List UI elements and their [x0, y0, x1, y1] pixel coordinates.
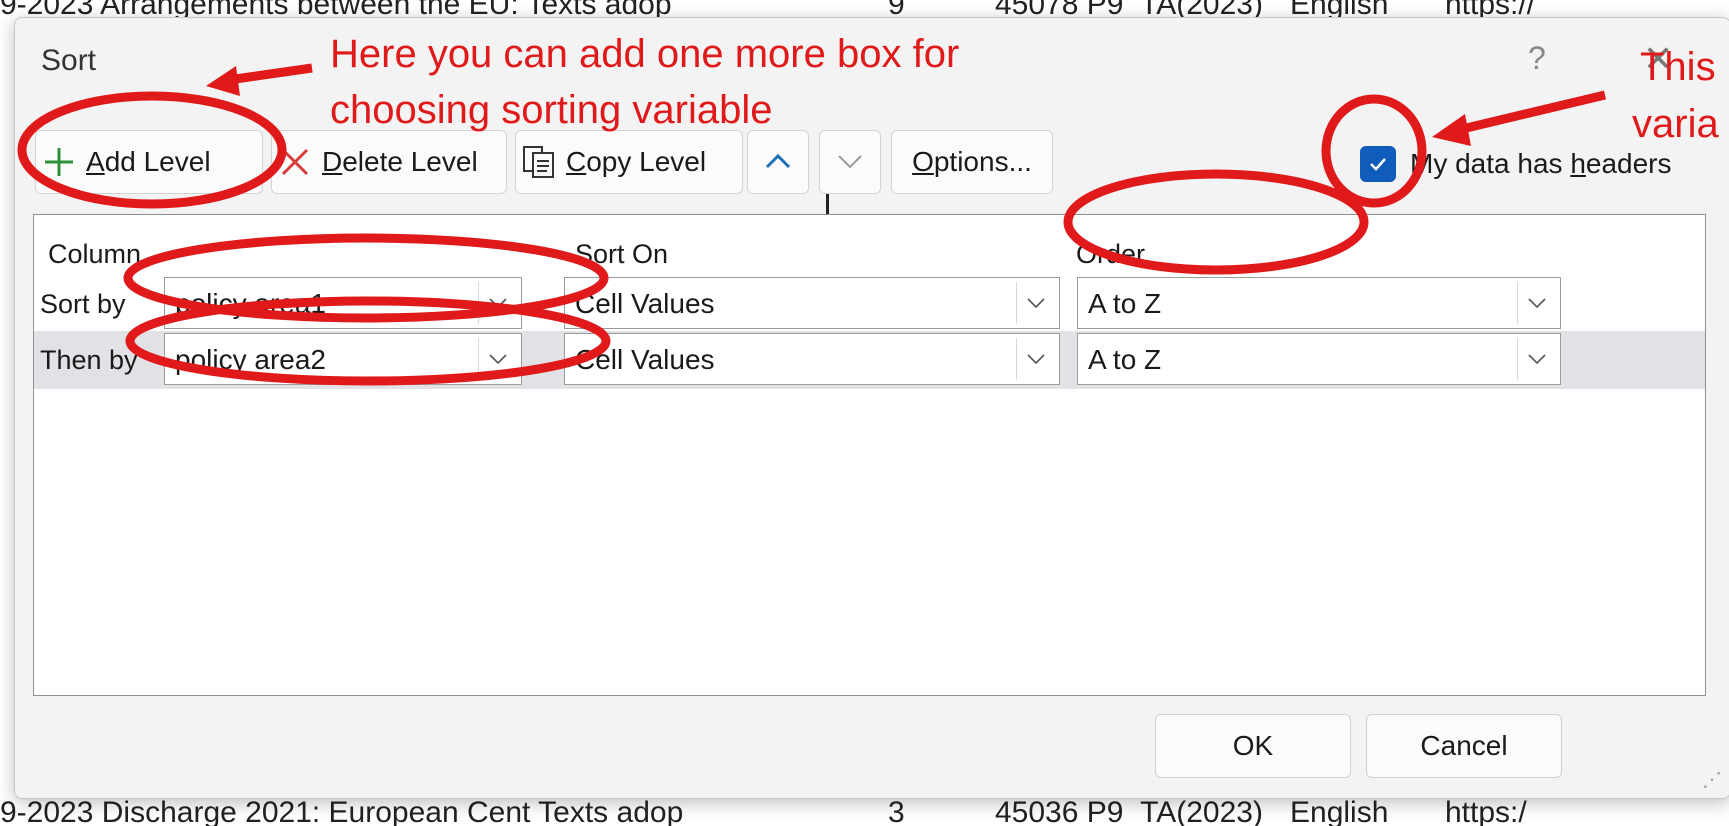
chevron-down-icon[interactable] [478, 282, 517, 324]
move-up-button[interactable] [747, 130, 809, 194]
bg-cell: English [1290, 796, 1389, 826]
row-label: Sort by [40, 289, 126, 319]
options-button[interactable]: Options... [891, 130, 1053, 194]
bg-cell: https:/ [1445, 796, 1527, 826]
order-select-value: A to Z [1088, 288, 1162, 319]
chevron-down-icon[interactable] [478, 338, 517, 380]
sort-on-select[interactable]: Cell Values [564, 333, 1060, 385]
copy-level-label: Copy Level [566, 146, 707, 177]
ok-button[interactable]: OK [1155, 714, 1351, 778]
annotation-text: choosing sorting variable [330, 88, 773, 132]
bg-cell: 9-2023 Discharge 2021: European Cent Tex… [0, 796, 684, 826]
plus-icon [36, 145, 82, 179]
column-select[interactable]: policy area2 [164, 333, 522, 385]
column-select[interactable]: policy area1 [164, 277, 522, 329]
order-select[interactable]: A to Z [1077, 333, 1561, 385]
bg-cell: 9-2023 Arrangements between the EU: Text… [0, 0, 672, 18]
headers-checkbox[interactable] [1360, 146, 1396, 182]
bg-cell: https:// [1445, 0, 1536, 18]
background-bottom-row: 9-2023 Discharge 2021: European Cent Tex… [0, 796, 1729, 826]
sort-on-header: Sort On [575, 239, 669, 269]
copy-level-button[interactable]: Copy Level [515, 130, 743, 194]
bg-cell: English [1290, 0, 1389, 18]
annotation-text: This [1640, 45, 1716, 89]
options-label: Options... [912, 146, 1032, 177]
column-select-value: policy area2 [175, 344, 326, 375]
annotation-text: varia [1632, 102, 1719, 146]
sort-on-select-value: Cell Values [575, 344, 715, 375]
column-header: Column [48, 239, 142, 269]
chevron-down-icon [835, 146, 865, 178]
chevron-down-icon[interactable] [1517, 338, 1556, 380]
move-down-button[interactable] [819, 130, 881, 194]
row-label: Then by [40, 345, 138, 375]
annotation-text: Here you can add one more box for [330, 32, 960, 76]
checkmark-icon [1370, 158, 1386, 171]
chevron-up-icon [763, 146, 793, 178]
resize-grip-icon[interactable]: ⋰ [1702, 767, 1722, 792]
column-select-value: policy area1 [175, 288, 326, 319]
order-select-value: A to Z [1088, 344, 1162, 375]
sort-levels-grid: Column Sort On Order Sort by policy area… [33, 214, 1706, 696]
chevron-down-icon[interactable] [1016, 338, 1055, 380]
bg-cell: 45036 P9_TA(2023) [995, 796, 1263, 826]
delete-x-icon [272, 145, 318, 179]
help-button[interactable]: ? [1528, 40, 1546, 77]
delete-level-button[interactable]: Delete Level [271, 130, 507, 194]
sort-level-row-selected[interactable]: Then by policy area2 Cell Values A to Z [34, 331, 1705, 389]
add-level-label: Add Level [86, 146, 211, 177]
dialog-title: Sort [41, 44, 97, 77]
chevron-down-icon[interactable] [1016, 282, 1055, 324]
headers-checkbox-label[interactable]: My data has headers [1410, 148, 1672, 180]
cancel-button[interactable]: Cancel [1366, 714, 1562, 778]
add-level-button[interactable]: Add Level [35, 130, 263, 194]
sort-dialog: Sort ? ✕ Add Level Delete Level Copy Lev… [14, 17, 1729, 799]
sort-level-row[interactable]: Sort by policy area1 Cell Values A to Z [34, 275, 1705, 333]
sort-on-select[interactable]: Cell Values [564, 277, 1060, 329]
bg-cell: 45078 P9_TA(2023) [995, 0, 1263, 18]
copy-icon [516, 144, 562, 180]
delete-level-label: Delete Level [322, 146, 478, 177]
order-header: Order [1076, 239, 1146, 269]
sort-on-select-value: Cell Values [575, 288, 715, 319]
background-top-row: 9-2023 Arrangements between the EU: Text… [0, 0, 1729, 18]
bg-cell: 9 [888, 0, 905, 18]
bg-cell: 3 [888, 796, 905, 826]
chevron-down-icon[interactable] [1517, 282, 1556, 324]
order-select[interactable]: A to Z [1077, 277, 1561, 329]
